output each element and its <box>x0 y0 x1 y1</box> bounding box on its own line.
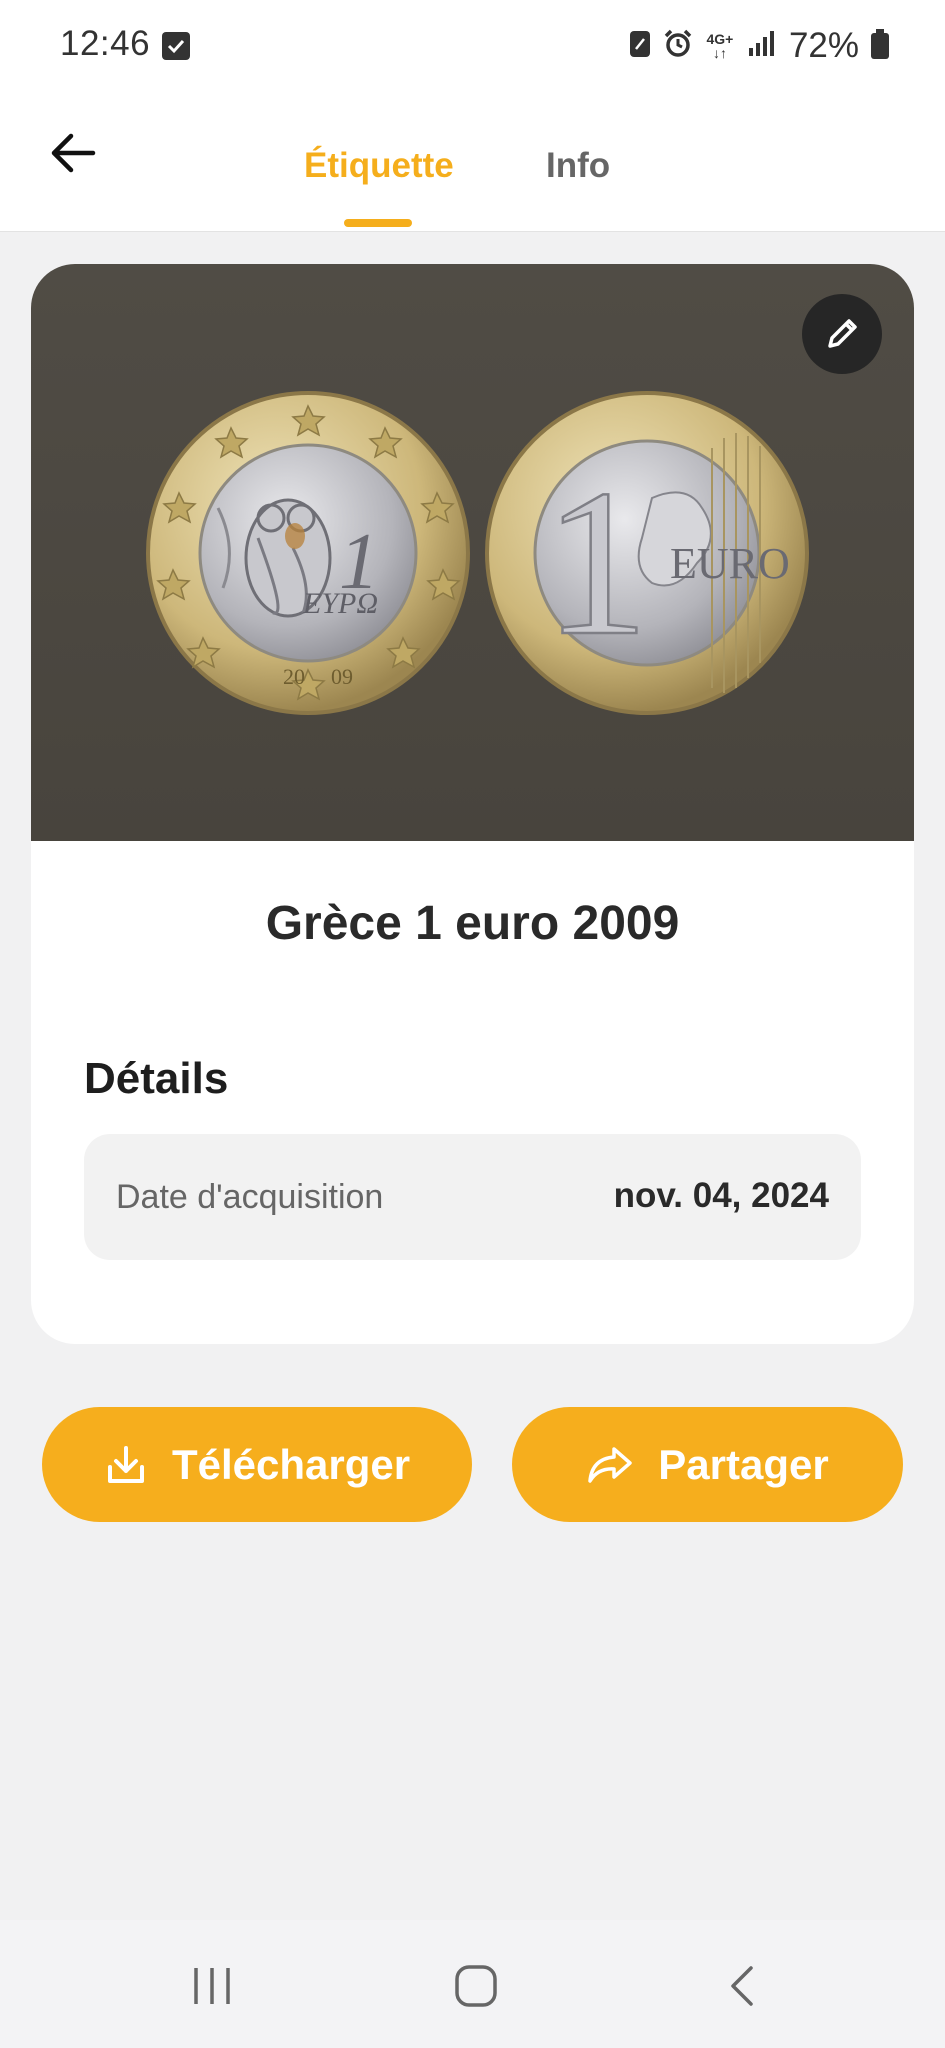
system-nav-bar <box>0 1920 945 2048</box>
back-arrow-icon <box>51 133 96 173</box>
active-tab-indicator <box>344 219 412 227</box>
edit-button[interactable] <box>802 294 882 374</box>
share-icon <box>588 1446 633 1483</box>
back-button[interactable] <box>42 122 104 184</box>
network-icon: 4G+ ↓↑ <box>706 31 734 61</box>
alarm-icon <box>663 29 693 64</box>
coin-reverse-text: EURO <box>670 539 790 588</box>
nav-back-button[interactable] <box>712 1956 772 2016</box>
home-button[interactable] <box>446 1956 506 2016</box>
status-icons: 4G+ ↓↑ 72% <box>629 24 889 68</box>
tab-etiquette-label: Étiquette <box>304 146 454 185</box>
download-icon <box>107 1445 144 1483</box>
pencil-icon <box>828 319 857 348</box>
coin-card: 20 09 1 ΕΥΡΩ 1 EURO Grèce 1 euro 2009 Dé… <box>31 264 914 1344</box>
status-time: 12:46 <box>60 24 151 63</box>
battery-icon <box>871 28 889 64</box>
nfc-icon <box>629 29 651 64</box>
tab-info-label: Info <box>546 146 611 185</box>
download-label: Télécharger <box>171 1440 411 1488</box>
recent-apps-button[interactable] <box>182 1956 242 2016</box>
coin-year-right: 09 <box>331 664 353 689</box>
coin-title: Grèce 1 euro 2009 <box>265 897 680 950</box>
home-icon <box>455 1965 497 2007</box>
battery-percent: 72% <box>788 26 859 65</box>
coin-year-left: 20 <box>283 664 305 689</box>
details-row-acquisition-date: Date d'acquisition nov. 04, 2024 <box>84 1134 861 1260</box>
details-heading: Détails <box>84 1054 229 1103</box>
coin-reverse-denomination: 1 <box>544 447 649 679</box>
coin-obverse-image: 20 09 1 ΕΥΡΩ <box>146 391 470 715</box>
status-bar: 12:46 4G+ ↓↑ 72% <box>0 0 945 92</box>
check-square-icon <box>162 32 190 60</box>
acquisition-date-label: Date d'acquisition <box>116 1178 384 1216</box>
acquisition-date-value: nov. 04, 2024 <box>613 1176 829 1215</box>
coin-obverse-text: ΕΥΡΩ <box>302 587 378 620</box>
recent-apps-icon <box>194 1968 230 2004</box>
tab-etiquette[interactable]: Étiquette <box>304 146 454 186</box>
signal-icon <box>747 30 777 63</box>
share-button[interactable]: Partager <box>512 1407 903 1522</box>
coin-reverse-image: 1 EURO <box>485 391 809 715</box>
share-label: Partager <box>658 1440 829 1488</box>
coin-photo[interactable]: 20 09 1 ΕΥΡΩ 1 EURO <box>31 264 914 841</box>
network-label: 4G+ <box>706 31 734 47</box>
nav-back-icon <box>731 1966 753 2006</box>
tab-info[interactable]: Info <box>546 146 610 186</box>
download-button[interactable]: Télécharger <box>42 1407 472 1522</box>
app-header: Étiquette Info <box>0 92 945 232</box>
